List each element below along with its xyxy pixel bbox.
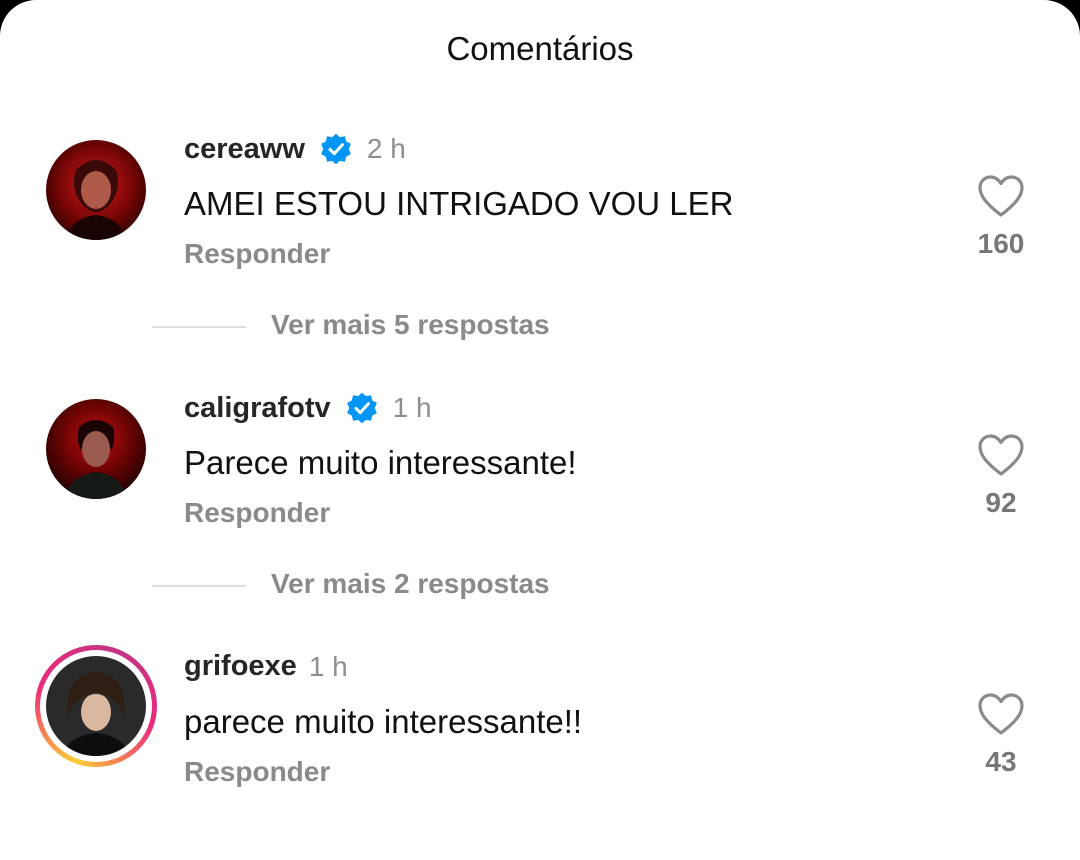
comment-item: caligrafotv 1 h Parece muito interessant… — [0, 389, 1080, 589]
verified-badge-icon — [346, 392, 377, 424]
username[interactable]: caligrafotv — [184, 392, 331, 425]
reply-button[interactable]: Responder — [184, 756, 330, 788]
story-ring[interactable] — [35, 645, 157, 767]
verified-badge-icon — [321, 133, 351, 165]
reply-button[interactable]: Responder — [184, 238, 330, 270]
comment-time: 2 h — [366, 133, 406, 164]
avatar[interactable] — [46, 656, 146, 756]
comment-header: grifoexe 1 h — [184, 650, 348, 683]
comment-time: 1 h — [308, 650, 348, 682]
view-more-replies-label[interactable]: Ver mais 2 respostas — [271, 568, 550, 600]
like-count: 160 — [977, 228, 1025, 259]
comment-item: cereaww 2 h AMEI ESTOU INTRIGADO VOU LER… — [0, 130, 1080, 330]
comment-text: AMEI ESTOU INTRIGADO VOU LER — [184, 185, 734, 222]
view-more-replies[interactable]: Ver mais 5 respostas — [0, 307, 1080, 347]
sheet-title: Comentários — [446, 30, 634, 67]
reply-button[interactable]: Responder — [184, 497, 330, 529]
username[interactable]: grifoexe — [184, 650, 297, 683]
like-count: 43 — [985, 746, 1017, 777]
avatar[interactable] — [46, 399, 146, 499]
comment-item: grifoexe 1 h parece muito interessante!!… — [0, 645, 1080, 848]
comment-text: parece muito interessante!! — [184, 703, 583, 740]
like-count: 92 — [985, 487, 1017, 518]
view-more-replies[interactable]: Ver mais 2 respostas — [0, 566, 1080, 606]
comment-time: 1 h — [392, 392, 432, 423]
username[interactable]: cereaww — [184, 133, 305, 166]
heart-icon[interactable] — [977, 692, 1025, 736]
view-more-replies-label[interactable]: Ver mais 5 respostas — [271, 309, 550, 341]
heart-icon[interactable] — [977, 433, 1025, 477]
heart-icon[interactable] — [977, 174, 1025, 218]
comment-header: caligrafotv 1 h — [184, 391, 432, 425]
comment-header: cereaww 2 h — [184, 132, 406, 166]
like-control: 43 — [972, 692, 1030, 778]
comments-sheet: Comentários cereaww 2 h AMEI ESTOU INTRI… — [0, 0, 1080, 860]
like-control: 160 — [972, 174, 1030, 260]
comment-text: Parece muito interessante! — [184, 444, 577, 481]
divider-line — [152, 326, 246, 328]
like-control: 92 — [972, 433, 1030, 519]
divider-line — [152, 585, 246, 587]
avatar[interactable] — [46, 140, 146, 240]
